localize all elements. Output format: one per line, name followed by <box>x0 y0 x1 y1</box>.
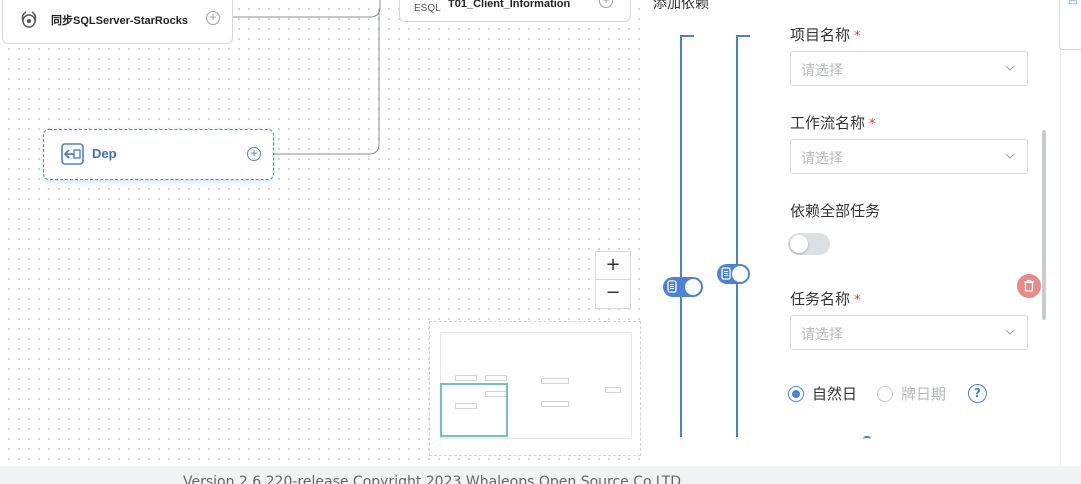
task-node-dependent[interactable]: Dep + <box>43 129 274 180</box>
project-name-label: 项目名称 * <box>790 24 861 45</box>
right-edge-strip <box>1060 0 1081 466</box>
minimap-viewport[interactable] <box>440 383 508 437</box>
inner-relation-bracket <box>736 35 750 437</box>
task-name-text: 任务名称 <box>790 290 851 308</box>
add-icon[interactable]: + <box>599 0 613 8</box>
dependent-icon <box>61 143 84 165</box>
help-icon[interactable]: ? <box>968 384 988 403</box>
add-icon[interactable]: + <box>247 147 261 161</box>
footer-copyright: Version 2.6.220-release Copyright 2023 W… <box>183 474 681 484</box>
footer: Version 2.6.220-release Copyright 2023 W… <box>0 466 1081 484</box>
edge-dep-to-sql <box>274 10 380 155</box>
add-icon[interactable]: + <box>206 11 220 25</box>
and-or-icon <box>721 267 731 280</box>
radio-label-natural-day: 自然日 <box>812 385 858 403</box>
partial-element <box>863 436 871 439</box>
depend-all-tasks-switch[interactable] <box>788 233 830 255</box>
workflow-canvas[interactable]: 同步SQLServer-StarRocks + ESQL T01_Client_… <box>0 0 645 466</box>
inner-relation-toggle[interactable] <box>717 264 750 284</box>
doc-icon: ▭ <box>1068 0 1078 8</box>
select-placeholder: 请选择 <box>801 327 843 343</box>
minimap-node <box>541 401 569 407</box>
radio-natural-day[interactable] <box>788 385 804 402</box>
zoom-out-button[interactable]: − <box>596 280 630 308</box>
workflow-name-select[interactable]: 请选择 <box>790 139 1028 174</box>
switch-knob <box>790 235 808 253</box>
minimap-node <box>541 378 569 384</box>
required-mark: * <box>854 29 861 44</box>
workflow-name-text: 工作流名称 <box>790 114 866 132</box>
task-node-label: Dep <box>92 146 117 161</box>
outer-relation-toggle[interactable] <box>663 277 703 297</box>
edge-sync-to-sql <box>233 0 381 18</box>
delete-dependency-button[interactable] <box>1017 274 1041 298</box>
dependency-panel: 添加依赖 项目名称 * 请选择 工作流名称 * 请选择 依赖全部任务 任务名称 * 请… <box>645 0 1060 466</box>
minimap-node <box>605 387 621 393</box>
zoom-controls: + − <box>595 251 631 309</box>
and-or-icon <box>667 280 677 293</box>
workflow-name-label: 工作流名称 * <box>790 112 876 133</box>
add-dependency-title: 添加依赖 <box>653 0 709 12</box>
panel-scrollbar[interactable] <box>1042 130 1046 320</box>
side-tool-button[interactable]: ▭ <box>1059 0 1081 50</box>
required-mark: * <box>869 117 876 132</box>
zoom-in-button[interactable]: + <box>596 252 630 280</box>
minimap-node <box>455 375 477 381</box>
sql-icon: ESQL <box>414 3 441 14</box>
required-mark: * <box>854 293 861 308</box>
radio-business-date[interactable] <box>877 385 894 402</box>
data-sync-icon <box>21 11 37 28</box>
project-name-text: 项目名称 <box>790 26 851 44</box>
task-node-label: T01_Client_Information <box>448 0 571 10</box>
select-placeholder: 请选择 <box>801 63 843 79</box>
outer-relation-bracket <box>680 35 694 437</box>
chevron-down-icon <box>1005 65 1015 71</box>
radio-label-business-date: 牌日期 <box>901 385 947 403</box>
chevron-down-icon <box>1005 153 1015 159</box>
task-node-sync[interactable]: 同步SQLServer-StarRocks + <box>2 0 233 44</box>
depend-all-tasks-label: 依赖全部任务 <box>790 202 881 220</box>
task-name-label: 任务名称 * <box>790 288 861 309</box>
toggle-knob <box>732 266 748 282</box>
task-node-sql[interactable]: ESQL T01_Client_Information + <box>399 0 631 22</box>
minimap[interactable] <box>429 321 641 456</box>
minimap-node <box>485 375 507 381</box>
date-type-radio-group: 自然日 牌日期 ? <box>788 383 988 404</box>
toggle-knob <box>685 279 701 295</box>
project-name-select[interactable]: 请选择 <box>790 51 1028 86</box>
select-placeholder: 请选择 <box>801 151 843 167</box>
task-name-select[interactable]: 请选择 <box>790 315 1028 350</box>
trash-icon <box>1024 279 1034 292</box>
task-node-label: 同步SQLServer-StarRocks <box>51 15 188 27</box>
chevron-down-icon <box>1005 329 1015 335</box>
